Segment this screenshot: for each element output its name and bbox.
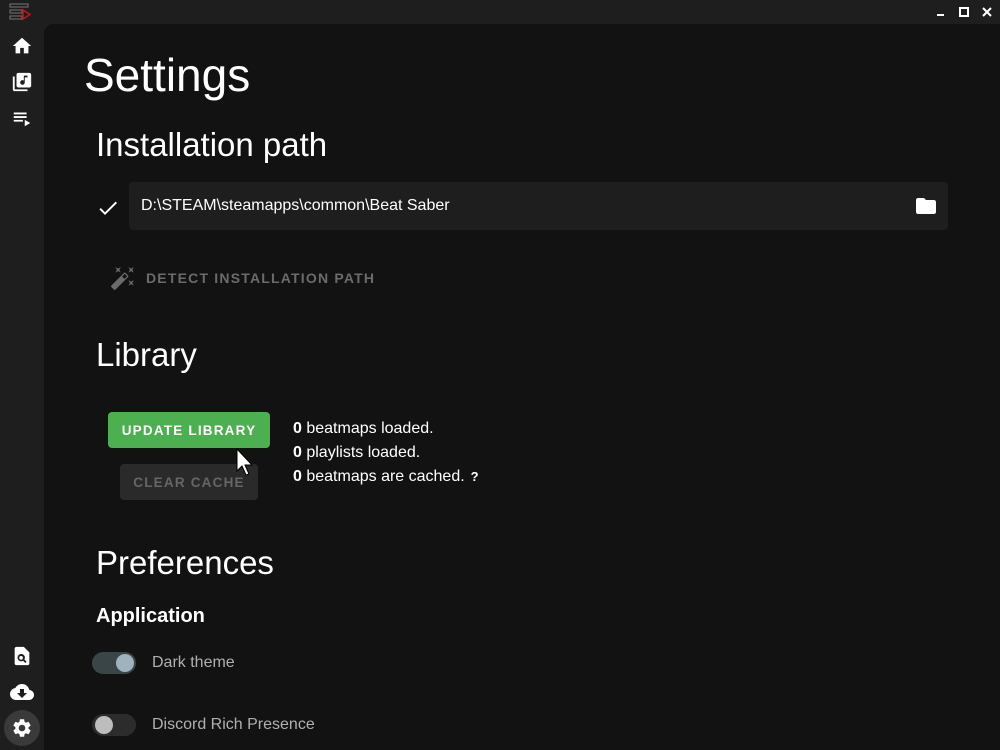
installation-path-field[interactable] [129, 182, 948, 230]
sidebar-item-playlists[interactable] [4, 100, 40, 136]
minimize-button[interactable] [929, 0, 953, 24]
dark-theme-setting: Dark theme [92, 652, 235, 674]
toggle-knob [95, 716, 113, 734]
sidebar-item-downloads[interactable] [4, 674, 40, 710]
folder-icon[interactable] [914, 194, 938, 218]
cloud-download-icon [10, 684, 34, 700]
maximize-button[interactable] [952, 0, 976, 24]
minimize-icon [937, 14, 944, 16]
application-heading: Application [96, 605, 205, 627]
close-icon [982, 7, 992, 17]
discord-rich-presence-setting: Discord Rich Presence [92, 714, 315, 736]
sidebar-item-library[interactable] [4, 64, 40, 100]
library-heading: Library [96, 336, 197, 373]
app-logo-icon [9, 3, 31, 21]
beatmaps-loaded-stat: 0 beatmaps loaded. [293, 420, 434, 437]
maximize-icon [959, 7, 969, 17]
check-icon [99, 201, 117, 215]
installation-heading: Installation path [96, 126, 328, 163]
library-stats: 0 beatmaps loaded. 0 playlists loaded. 0… [293, 417, 479, 489]
sidebar-item-search[interactable] [4, 638, 40, 674]
update-library-button[interactable]: UPDATE LIBRARY [108, 412, 270, 448]
dark-theme-label: Dark theme [152, 654, 235, 671]
home-icon [12, 37, 32, 54]
dark-theme-toggle[interactable] [92, 652, 136, 674]
installation-path-input[interactable] [141, 197, 901, 215]
settings-panel: Settings Installation path DETECT INSTAL… [44, 24, 1000, 750]
close-button[interactable] [975, 0, 999, 24]
discord-rich-presence-toggle[interactable] [92, 714, 136, 736]
page-title: Settings [84, 49, 251, 101]
detect-label: DETECT INSTALLATION PATH [146, 270, 376, 286]
gear-icon [13, 719, 31, 737]
preferences-heading: Preferences [96, 544, 274, 581]
beatmaps-cached-stat: 0 beatmaps are cached.? [293, 468, 479, 485]
help-icon[interactable]: ? [471, 469, 479, 484]
detect-installation-path-button[interactable]: DETECT INSTALLATION PATH [106, 260, 379, 296]
discord-rich-presence-label: Discord Rich Presence [152, 716, 315, 733]
search-file-icon [14, 646, 30, 666]
clear-cache-button[interactable]: CLEAR CACHE [120, 464, 258, 500]
sidebar-item-settings[interactable] [4, 710, 40, 746]
title-bar [0, 0, 1000, 24]
playlists-loaded-stat: 0 playlists loaded. [293, 444, 421, 461]
magic-wand-icon [111, 267, 134, 290]
music-library-icon [12, 72, 32, 92]
sidebar [0, 24, 44, 750]
playlist-icon [13, 112, 31, 127]
sidebar-item-home[interactable] [4, 28, 40, 64]
toggle-knob [116, 654, 134, 672]
